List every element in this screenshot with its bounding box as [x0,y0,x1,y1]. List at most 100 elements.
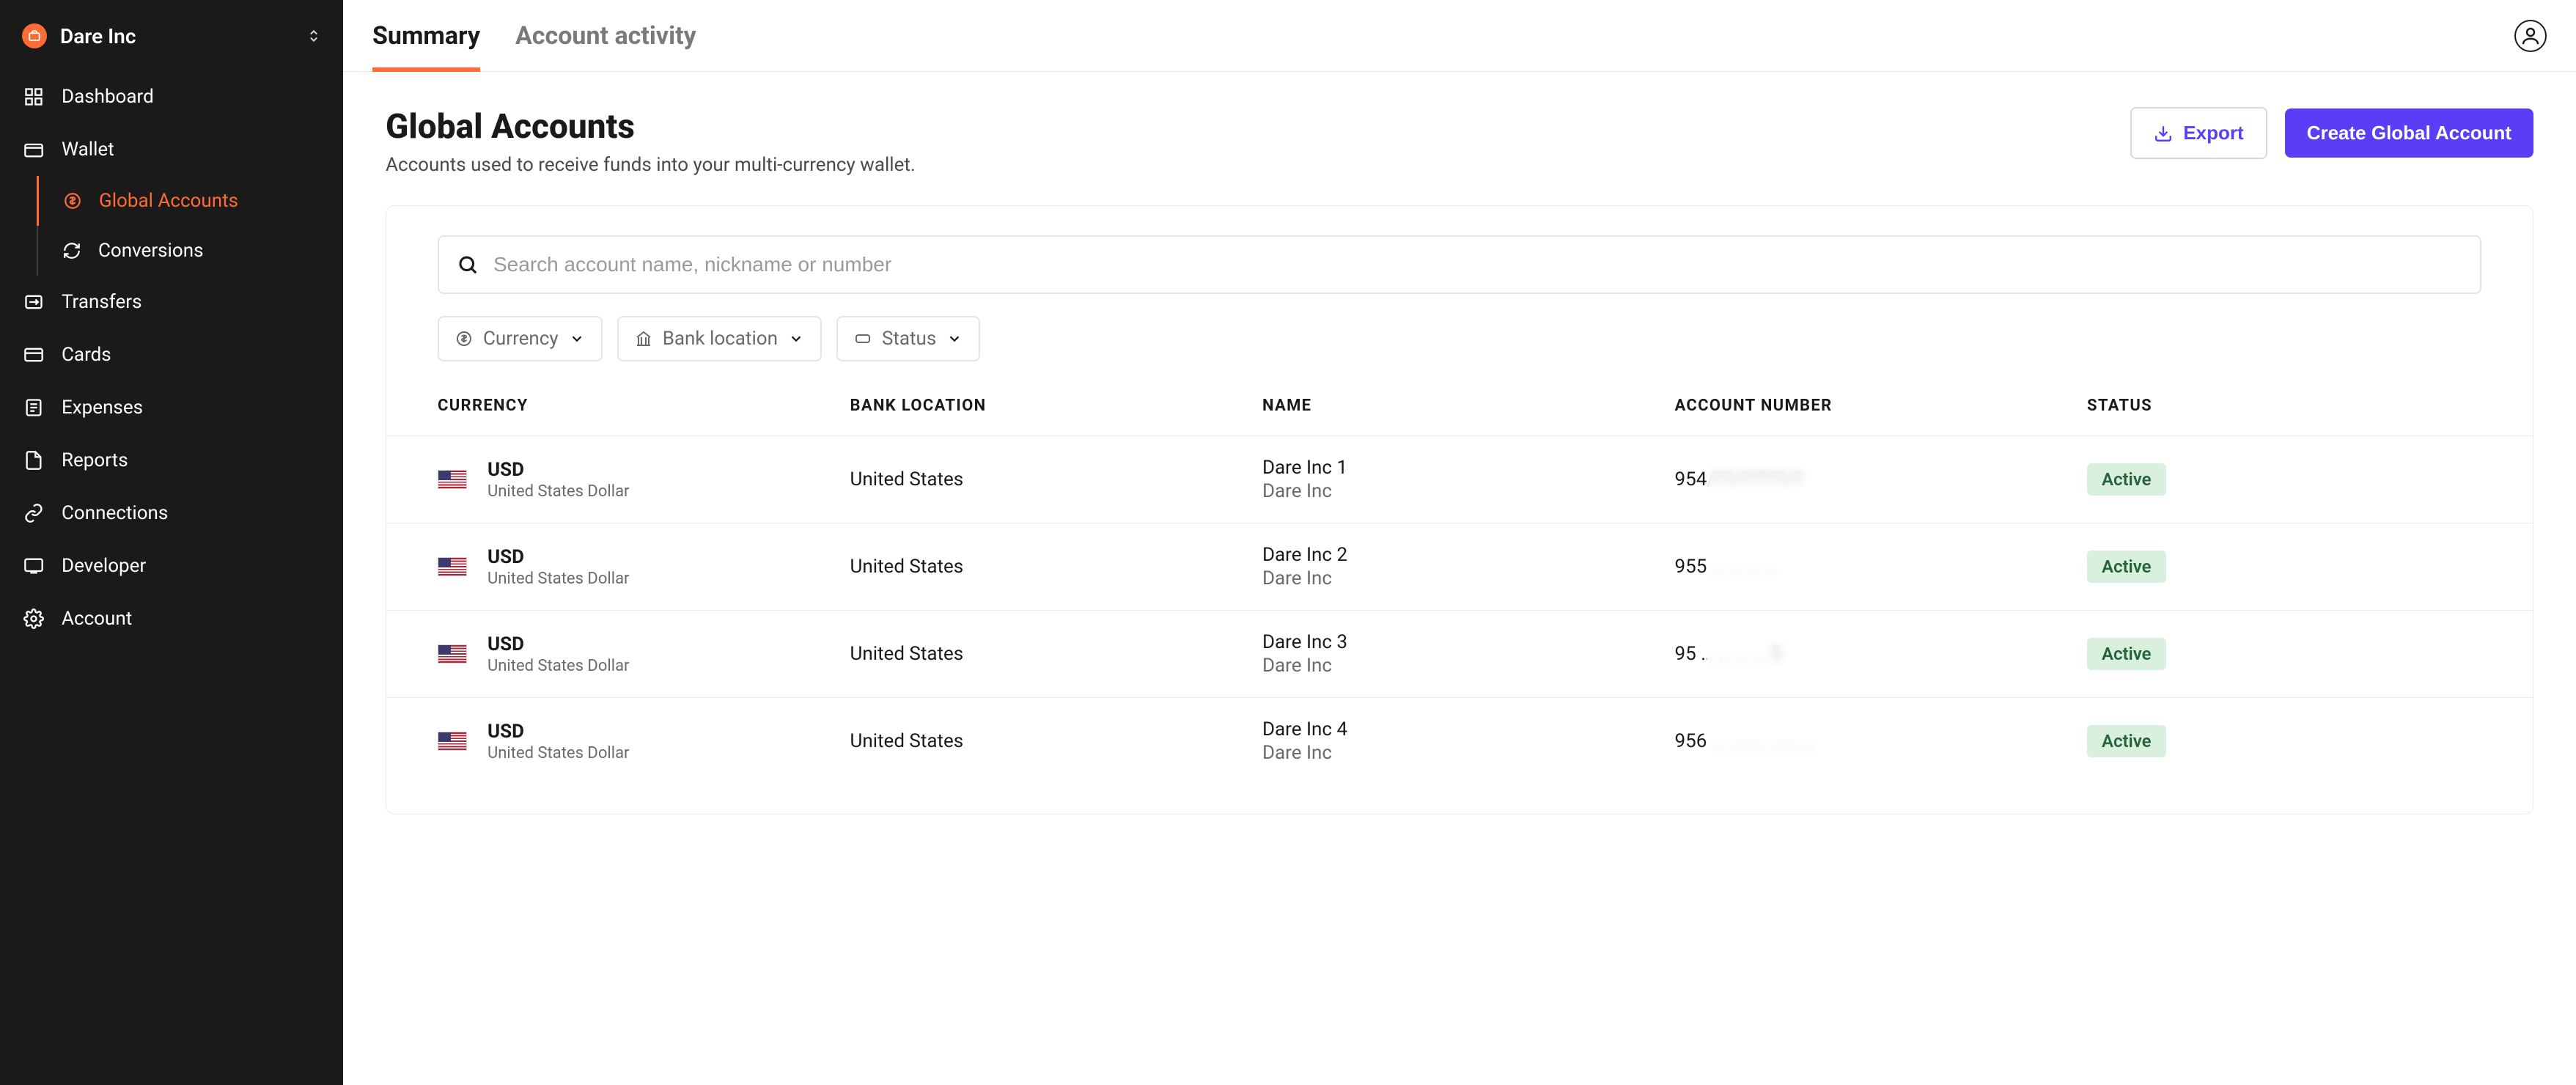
cell-currency: USDUnited States Dollar [438,459,850,501]
sidebar-item-label: Cards [62,344,111,366]
sidebar-item-label: Dashboard [62,86,154,108]
connections-icon [22,501,45,525]
sidebar-item-reports[interactable]: Reports [0,434,343,487]
flag-us-icon [438,644,467,663]
sidebar-subitem-global-accounts[interactable]: Global Accounts [37,176,343,226]
filter-bank-location[interactable]: Bank location [617,316,822,361]
table-row[interactable]: USDUnited States DollarUnited StatesDare… [386,436,2533,523]
create-global-account-button[interactable]: Create Global Account [2285,108,2533,158]
sidebar-item-developer[interactable]: Developer [0,540,343,592]
cell-name: Dare Inc 4Dare Inc [1262,718,1675,764]
reports-icon [22,449,45,472]
cell-status: Active [2087,551,2481,583]
cell-account-number: 955 … … … … [1674,556,2086,578]
dashboard-icon [22,85,45,108]
filter-status[interactable]: Status [836,316,980,361]
status-badge: Active [2087,638,2166,670]
wallet-icon [22,138,45,161]
accounts-panel: Currency Bank location [386,205,2533,814]
chevron-down-icon [946,331,963,347]
page-title: Global Accounts [386,107,2113,147]
flag-us-icon [438,732,467,751]
table-row[interactable]: USD United States Dollar United StatesDare… [386,523,2533,611]
sidebar-item-label: Developer [62,555,146,577]
tab-summary[interactable]: Summary [372,1,480,71]
sidebar-item-transfers[interactable]: Transfers [0,276,343,328]
sidebar-item-wallet[interactable]: Wallet [0,123,343,176]
sidebar-item-connections[interactable]: Connections [0,487,343,540]
col-status: STATUS [2087,397,2481,415]
account-number-mask [1707,729,1822,754]
currency-circle-icon [61,189,84,213]
account-name: Dare Inc 1 [1262,457,1675,479]
developer-icon [22,554,45,578]
sidebar-item-label: Reports [62,449,128,471]
account-subname: Dare Inc [1262,655,1675,677]
search-icon [457,254,479,276]
account-number: 95 … … … … 5 [1674,643,1781,665]
cell-currency: USD United States Dollar [438,633,850,675]
sidebar-item-account[interactable]: Account [0,592,343,645]
currency-name: United States Dollar [487,570,630,588]
sidebar-item-expenses[interactable]: Expenses [0,381,343,434]
filter-label: Status [882,328,936,350]
sidebar-subitem-label: Conversions [98,240,203,262]
export-button[interactable]: Export [2130,107,2267,159]
account-number: 955 … … … … [1674,556,1776,578]
cell-bank-location: United States [850,556,1262,578]
status-badge: Active [2087,551,2166,583]
cell-account-number: 954/??/?????/? [1674,468,2086,490]
account-name: Dare Inc 3 [1262,631,1675,653]
download-icon [2154,124,2173,143]
sidebar-item-cards[interactable]: Cards [0,328,343,381]
sidebar-subitem-conversions[interactable]: Conversions [38,226,343,276]
currency-name: United States Dollar [487,744,630,762]
currency-code: USD [487,633,630,655]
account-number: 956 … ……… …… … [1674,730,1814,752]
transfers-icon [22,290,45,314]
cell-name: Dare Inc 2Dare Inc [1262,544,1675,589]
sidebar-item-label: Account [62,608,132,630]
org-switcher[interactable]: Dare Inc [0,15,343,70]
flag-us-icon [438,557,467,576]
page-subtitle: Accounts used to receive funds into your… [386,154,2113,176]
cell-currency: USDUnited States Dollar [438,721,850,762]
filter-label: Bank location [663,328,778,350]
search-input[interactable] [493,253,2462,276]
table-row[interactable]: USDUnited States DollarUnited StatesDare… [386,698,2533,784]
status-badge: Active [2087,725,2166,757]
briefcase-icon [22,23,47,48]
cell-name: Dare Inc 1Dare Inc [1262,457,1675,502]
filter-currency[interactable]: Currency [438,316,603,361]
cell-account-number: 95 … … … … 5 [1674,643,2086,665]
account-number: 954/??/?????/? [1674,468,1802,490]
currency-code: USD [487,721,630,743]
currency-code: USD [487,546,630,568]
cell-bank-location: United States [850,468,1262,490]
sidebar-item-label: Expenses [62,397,143,419]
sidebar-item-label: Wallet [62,139,114,161]
sidebar-item-label: Connections [62,502,168,524]
tab-account-activity[interactable]: Account activity [515,1,696,71]
account-subname: Dare Inc [1262,567,1675,589]
refresh-icon [60,239,84,262]
create-label: Create Global Account [2307,122,2511,144]
col-currency: CURRENCY [438,397,850,415]
currency-icon [455,330,473,347]
account-subname: Dare Inc [1262,480,1675,502]
main-content: Summary Account activity Global Accounts… [343,0,2576,1085]
currency-name: United States Dollar [487,657,630,675]
sidebar-item-dashboard[interactable]: Dashboard [0,70,343,123]
cell-status: Active [2087,638,2481,670]
currency-code: USD [487,459,630,481]
col-name: NAME [1262,397,1675,415]
expenses-icon [22,396,45,419]
cards-icon [22,343,45,367]
account-subname: Dare Inc [1262,742,1675,764]
cell-name: Dare Inc 3Dare Inc [1262,631,1675,677]
user-avatar[interactable] [2514,20,2547,52]
bank-icon [635,330,652,347]
cell-status: Active [2087,463,2481,496]
search-wrap [438,235,2481,294]
table-row[interactable]: USDUnited States DollarUnited StatesDare… [386,611,2533,698]
